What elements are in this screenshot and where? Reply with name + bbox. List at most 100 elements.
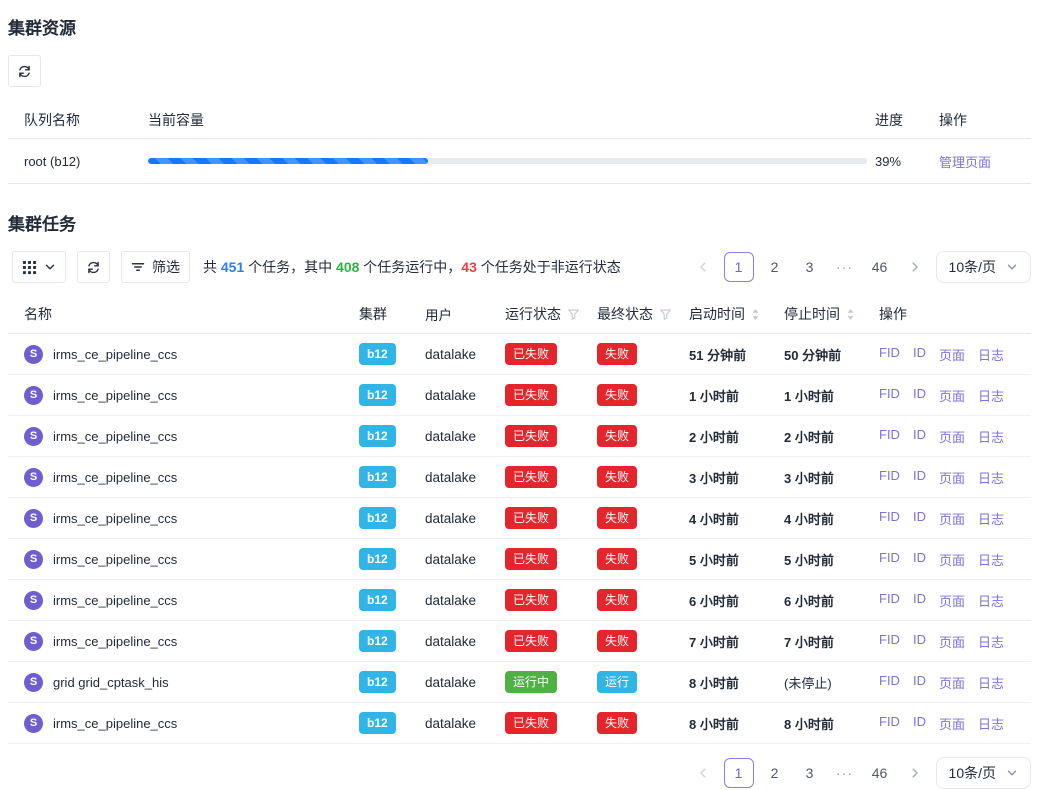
final-status-badge: 失败 [597,507,637,529]
user-name: datalake [425,634,505,649]
action-link-1[interactable]: ID [913,714,926,733]
action-link-3[interactable]: 日志 [978,427,1004,446]
tasks-refresh-button[interactable] [77,251,110,283]
page-size-select[interactable]: 10条/页 [936,251,1031,283]
cluster-badge: b12 [359,466,396,488]
row-actions: FID ID 页面日志 [879,468,1031,487]
column-header-action: 操作 [939,110,1031,130]
run-status-badge: 已失败 [505,343,557,365]
action-link-0[interactable]: FID [879,345,900,364]
pagination-next-button[interactable] [901,758,929,788]
action-link-2[interactable]: 页面 [939,468,965,487]
task-name: irms_ce_pipeline_ccs [53,552,177,567]
action-link-1[interactable]: ID [913,673,926,692]
pagination-page-3[interactable]: 3 [796,252,824,282]
pagination-page-46[interactable]: 46 [866,252,894,282]
action-link-0[interactable]: FID [879,427,900,446]
action-link-0[interactable]: FID [879,632,900,651]
action-link-2[interactable]: 页面 [939,550,965,569]
action-link-2[interactable]: 页面 [939,345,965,364]
action-link-2[interactable]: 页面 [939,714,965,733]
summary-text: 个任务处于非运行状态 [477,259,621,275]
pagination-page-2[interactable]: 2 [761,252,789,282]
action-link-3[interactable]: 日志 [978,591,1004,610]
run-status-badge: 运行中 [505,671,557,693]
action-link-0[interactable]: FID [879,673,900,692]
sorter-icon[interactable] [846,308,855,321]
action-link-1[interactable]: ID [913,550,926,569]
layout-dropdown-button[interactable] [12,251,66,283]
action-link-1[interactable]: ID [913,468,926,487]
action-link-3[interactable]: 日志 [978,550,1004,569]
cluster-badge: b12 [359,507,396,529]
avatar: S [24,591,43,610]
sorter-icon[interactable] [751,308,760,321]
chevron-down-icon [1006,261,1018,273]
grid-icon [22,260,37,275]
pagination-page-2[interactable]: 2 [761,758,789,788]
action-link-2[interactable]: 页面 [939,591,965,610]
final-status-badge: 失败 [597,548,637,570]
action-link-1[interactable]: ID [913,345,926,364]
cluster-badge: b12 [359,425,396,447]
action-link-3[interactable]: 日志 [978,632,1004,651]
action-link-0[interactable]: FID [879,591,900,610]
column-header: 启动时间 [689,304,745,324]
action-link-3[interactable]: 日志 [978,714,1004,733]
action-link-2[interactable]: 页面 [939,386,965,405]
page-size-select[interactable]: 10条/页 [936,757,1031,789]
filter-funnel-icon[interactable] [567,308,580,321]
pagination-prev-button[interactable] [689,252,717,282]
pagination-prev-button[interactable] [689,758,717,788]
action-link-2[interactable]: 页面 [939,427,965,446]
cluster-badge: b12 [359,343,396,365]
action-link-3[interactable]: 日志 [978,509,1004,528]
summary-text: 个任务，其中 [244,259,336,275]
column-header: 操作 [879,304,907,324]
user-name: datalake [425,716,505,731]
resources-refresh-button[interactable] [8,55,41,87]
user-name: datalake [425,429,505,444]
filter-button[interactable]: 筛选 [121,251,190,283]
pagination-page-1[interactable]: 1 [724,758,754,788]
action-link-2[interactable]: 页面 [939,632,965,651]
pagination-page-3[interactable]: 3 [796,758,824,788]
pagination-page-1[interactable]: 1 [724,252,754,282]
action-link-2[interactable]: 页面 [939,509,965,528]
chevron-down-icon [1006,767,1018,779]
summary-text: 共 [203,259,221,275]
action-link-0[interactable]: FID [879,714,900,733]
summary-text: 个任务运行中， [359,259,461,275]
pagination-page-46[interactable]: 46 [866,758,894,788]
action-link-3[interactable]: 日志 [978,673,1004,692]
task-name: irms_ce_pipeline_ccs [53,429,177,444]
manage-page-link[interactable]: 管理页面 [939,155,991,170]
action-link-3[interactable]: 日志 [978,386,1004,405]
action-link-0[interactable]: FID [879,468,900,487]
action-link-3[interactable]: 日志 [978,468,1004,487]
row-actions: FID ID 页面日志 [879,345,1031,364]
action-link-3[interactable]: 日志 [978,345,1004,364]
action-link-2[interactable]: 页面 [939,673,965,692]
pagination-ellipsis[interactable]: ··· [831,252,859,282]
page-size-value: 10条/页 [949,763,996,783]
row-actions: FID ID 页面日志 [879,673,1031,692]
capacity-progress-fill [148,158,428,164]
refresh-icon [17,64,32,79]
pagination-next-button[interactable] [901,252,929,282]
action-link-1[interactable]: ID [913,386,926,405]
run-status-badge: 已失败 [505,712,557,734]
pagination-ellipsis[interactable]: ··· [831,758,859,788]
start-time: 6 小时前 [689,591,784,610]
row-actions: FID ID 页面日志 [879,386,1031,405]
filter-funnel-icon[interactable] [659,308,672,321]
action-link-1[interactable]: ID [913,509,926,528]
action-link-0[interactable]: FID [879,550,900,569]
page-size-value: 10条/页 [949,257,996,277]
action-link-0[interactable]: FID [879,509,900,528]
action-link-1[interactable]: ID [913,427,926,446]
action-link-0[interactable]: FID [879,386,900,405]
table-row: S irms_ce_pipeline_ccs b12 datalake 已失败 … [8,539,1031,580]
action-link-1[interactable]: ID [913,591,926,610]
action-link-1[interactable]: ID [913,632,926,651]
